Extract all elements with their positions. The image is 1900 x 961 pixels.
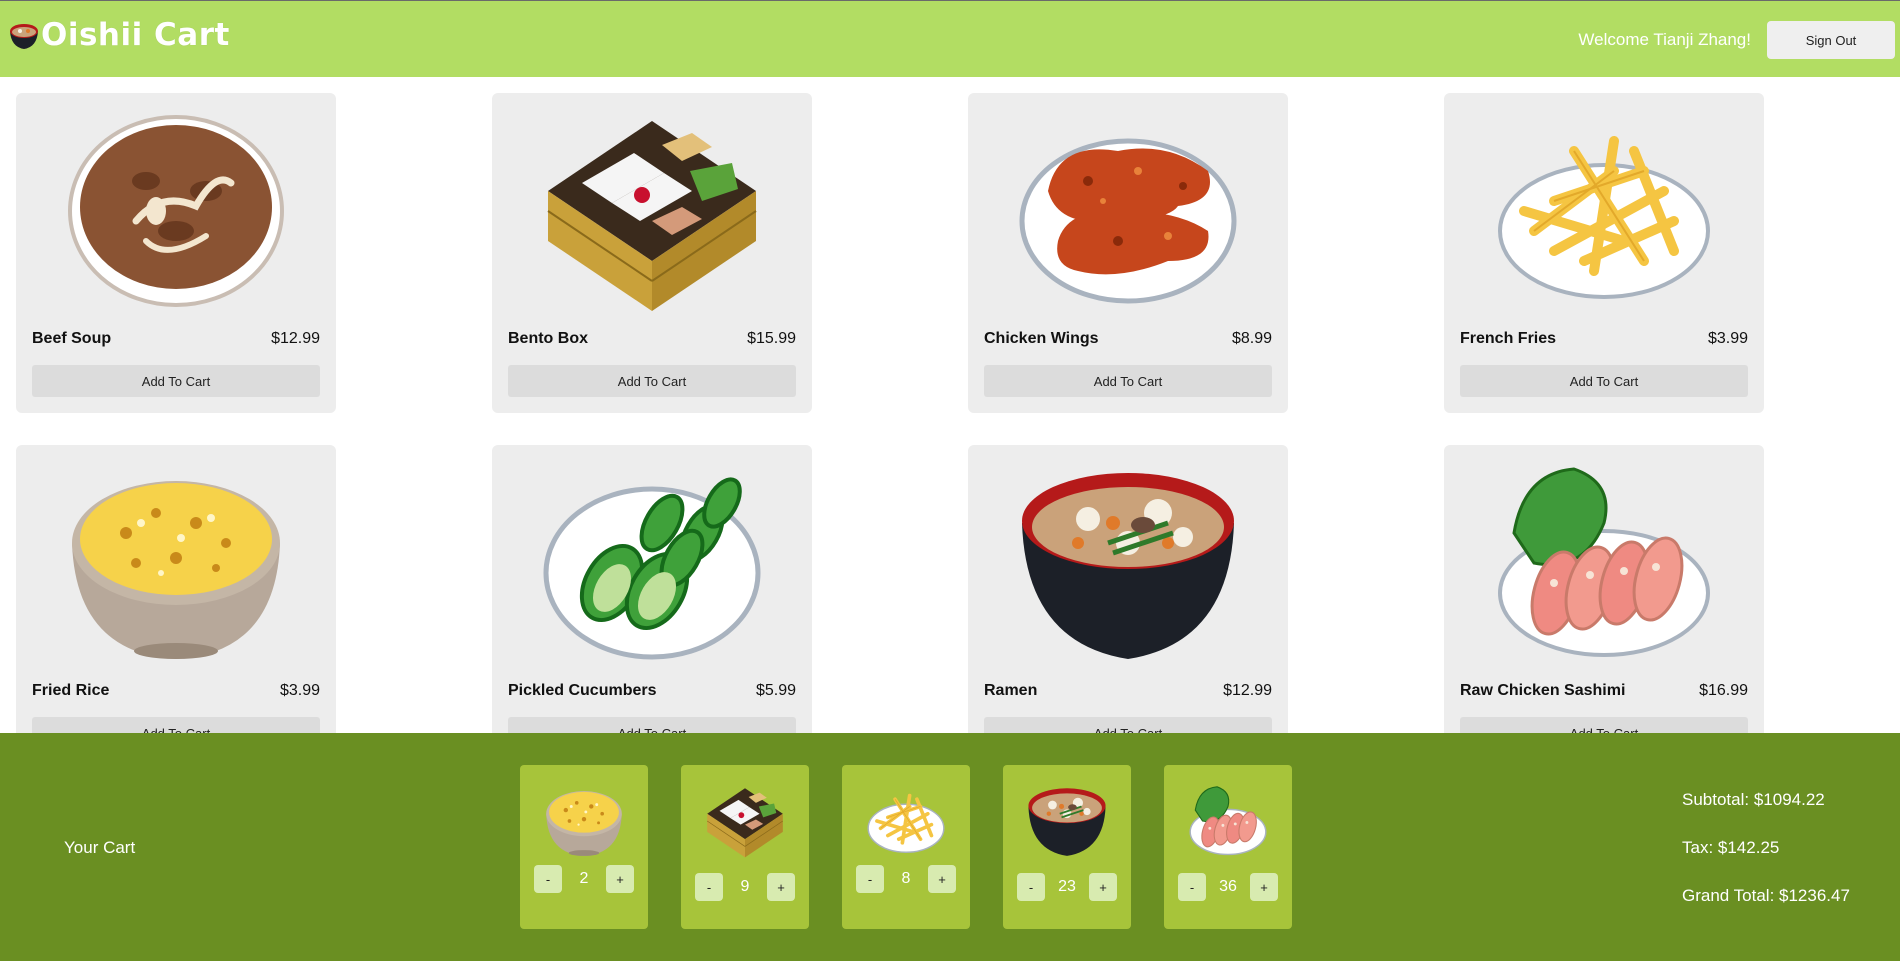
product-card-bento-box: Bento Box $15.99 Add To Cart [492,93,812,413]
welcome-message: Welcome Tianji Zhang! [1578,30,1751,49]
product-price: $8.99 [1231,330,1272,347]
add-to-cart-button[interactable]: Add To Cart [508,717,796,733]
cart-item-fried-rice: - 2 + [520,765,648,929]
increase-quantity-button[interactable]: + [767,873,795,901]
decrease-quantity-button[interactable]: - [534,865,562,893]
bento-box-icon [706,787,784,858]
decrease-quantity-button[interactable]: - [1017,873,1045,901]
ramen-icon [1027,787,1107,857]
product-price: $3.99 [279,682,320,699]
sign-out-button[interactable]: Sign Out [1767,21,1895,59]
product-card-french-fries: French Fries $3.99 Add To Cart [1444,93,1764,413]
bento-box-icon [547,120,757,311]
increase-quantity-button[interactable]: + [928,865,956,893]
product-name: Pickled Cucumbers [508,682,657,699]
app-logo[interactable]: Oishii Cart [8,17,230,53]
product-price: $15.99 [747,330,796,347]
increase-quantity-button[interactable]: + [1089,873,1117,901]
french-fries-icon [866,793,946,855]
product-card-beef-soup: Beef Soup $12.99 Add To Cart [16,93,336,413]
cart-title: Your Cart [64,838,136,857]
cart-item-french-fries: - 8 + [842,765,970,929]
product-grid: Beef Soup $12.99 Add To Cart Bento Box $… [0,77,1900,733]
increase-quantity-button[interactable]: + [1250,873,1278,901]
product-price: $3.99 [1707,330,1748,347]
product-name: Ramen [984,682,1038,699]
product-name: Beef Soup [32,330,112,347]
chicken-wings-icon [1018,111,1238,311]
product-price: $5.99 [755,682,796,699]
quantity-value: 8 [901,870,911,887]
product-card-pickled-cucumbers: Pickled Cucumbers $5.99 Add To Cart [492,445,812,733]
product-name: Chicken Wings [984,330,1099,347]
product-price: $16.99 [1699,682,1748,699]
add-to-cart-button[interactable]: Add To Cart [984,717,1272,733]
french-fries-icon [1494,111,1714,311]
product-card-raw-chicken-sashimi: Raw Chicken Sashimi $16.99 Add To Cart [1444,445,1764,733]
quantity-value: 23 [1058,878,1076,895]
add-to-cart-button[interactable]: Add To Cart [1460,365,1748,397]
fried-rice-icon [72,481,280,659]
quantity-stepper: - 36 + [1178,873,1278,901]
pickled-cucumbers-icon [542,463,762,663]
product-name: Fried Rice [32,682,110,699]
quantity-stepper: - 8 + [856,865,956,893]
chicken-sashimi-icon [1498,467,1710,657]
cart-item-bento-box: - 9 + [681,765,809,929]
product-name: Raw Chicken Sashimi [1460,682,1626,699]
quantity-value: 36 [1219,878,1237,895]
quantity-stepper: - 2 + [534,865,634,893]
quantity-value: 2 [579,870,589,887]
decrease-quantity-button[interactable]: - [856,865,884,893]
add-to-cart-button[interactable]: Add To Cart [1460,717,1748,733]
cart-subtotal: Subtotal: $1094.22 [1682,790,1825,809]
app-header: Oishii Cart Welcome Tianji Zhang! Sign O… [0,0,1900,77]
product-price: $12.99 [1223,682,1272,699]
cart-grand-total: Grand Total: $1236.47 [1682,886,1850,905]
product-card-chicken-wings: Chicken Wings $8.99 Add To Cart [968,93,1288,413]
product-price: $12.99 [271,330,320,347]
fried-rice-icon [546,791,622,856]
add-to-cart-button[interactable]: Add To Cart [984,365,1272,397]
cart-item-ramen: - 23 + [1003,765,1131,929]
add-to-cart-button[interactable]: Add To Cart [32,365,320,397]
product-name: Bento Box [508,330,588,347]
app-title: Oishii Cart [41,17,230,53]
ramen-icon [1018,463,1238,663]
cart-item-raw-chicken-sashimi: - 36 + [1164,765,1292,929]
add-to-cart-button[interactable]: Add To Cart [32,717,320,733]
increase-quantity-button[interactable]: + [606,865,634,893]
beef-soup-icon [66,111,286,311]
product-name: French Fries [1460,330,1557,347]
product-card-fried-rice: Fried Rice $3.99 Add To Cart [16,445,336,733]
quantity-stepper: - 9 + [695,873,795,901]
ramen-bowl-logo-icon [10,24,38,49]
chicken-sashimi-icon [1189,786,1267,856]
decrease-quantity-button[interactable]: - [1178,873,1206,901]
add-to-cart-button[interactable]: Add To Cart [508,365,796,397]
cart-panel: Your Cart - 2 + - 9 + - 8 + - 23 + - 36 … [0,733,1900,961]
quantity-value: 9 [740,878,750,895]
cart-tax: Tax: $142.25 [1682,838,1780,857]
quantity-stepper: - 23 + [1017,873,1117,901]
product-card-ramen: Ramen $12.99 Add To Cart [968,445,1288,733]
decrease-quantity-button[interactable]: - [695,873,723,901]
